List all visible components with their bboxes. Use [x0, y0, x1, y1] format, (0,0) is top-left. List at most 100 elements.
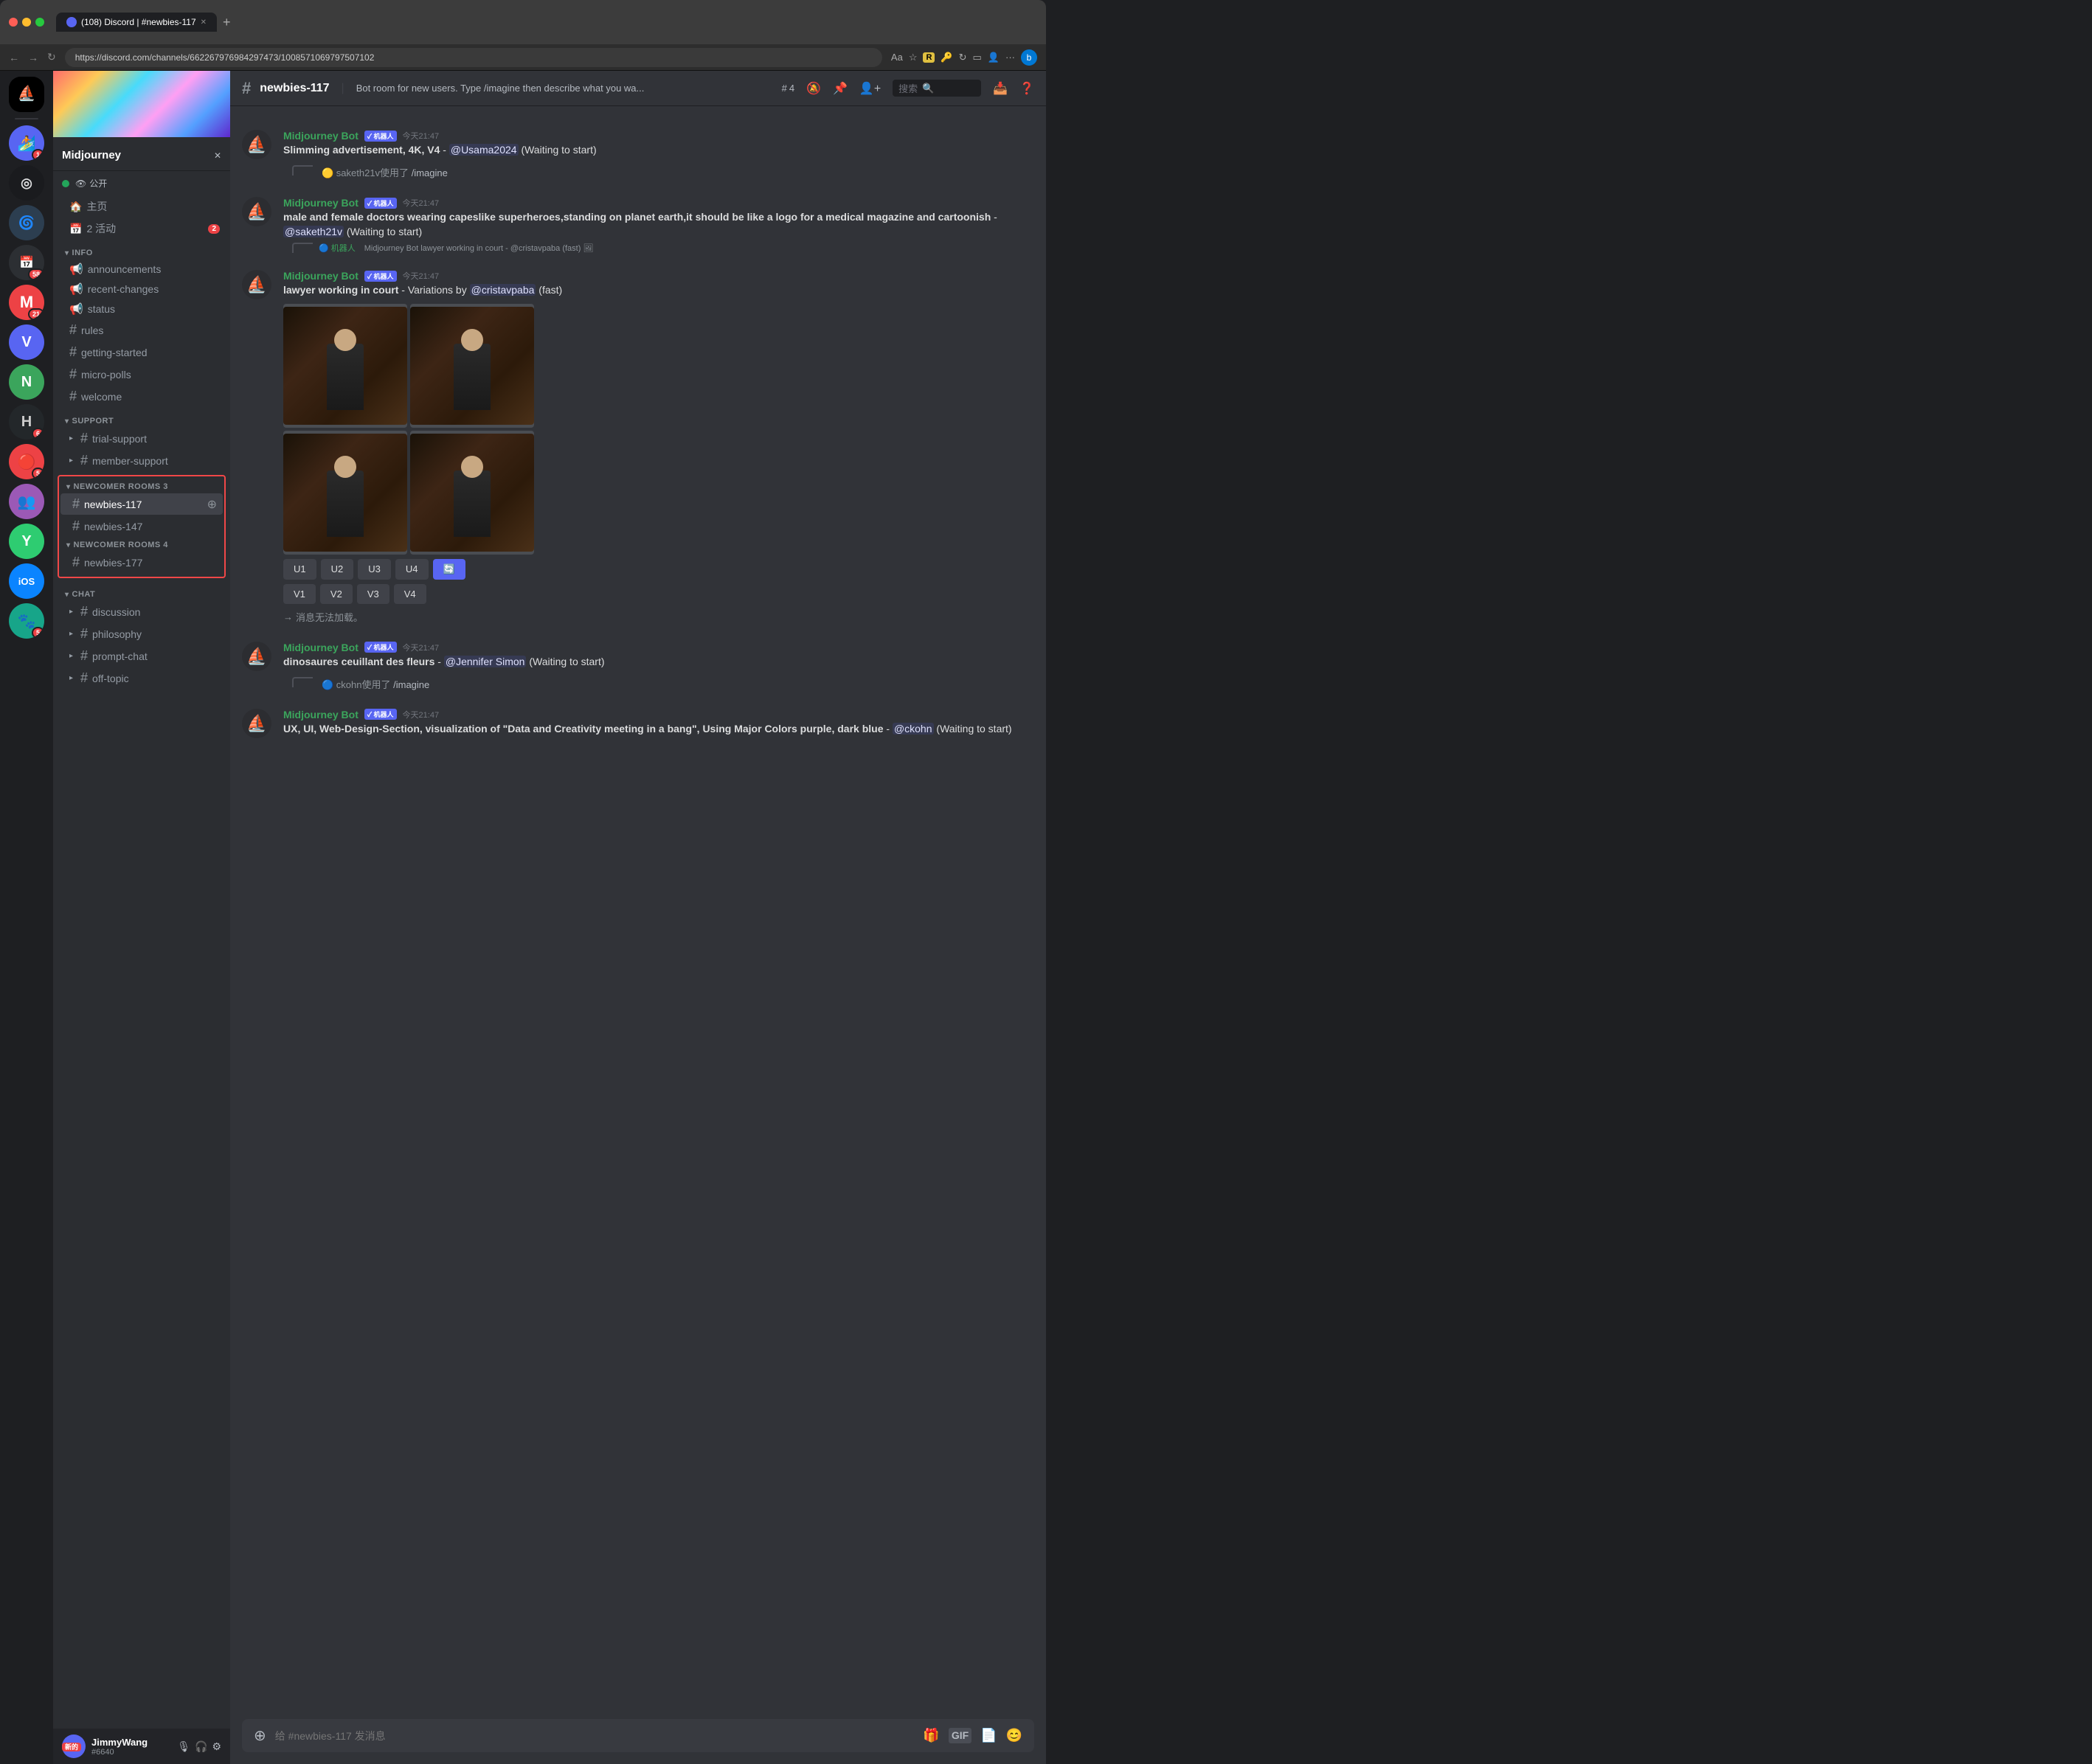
- tab-title: (108) Discord | #newbies-117: [81, 17, 196, 27]
- tab-close-button[interactable]: ✕: [201, 18, 207, 27]
- channel-member-support[interactable]: ▸ # member-support: [58, 450, 226, 471]
- action-buttons-v: V1 V2 V3 V4: [283, 584, 1034, 604]
- channel-newbies-177[interactable]: # newbies-177: [60, 552, 223, 573]
- refresh-button-img[interactable]: 🔄: [433, 559, 465, 580]
- v1-button[interactable]: V1: [283, 584, 316, 604]
- translate-icon[interactable]: Aa: [891, 52, 903, 63]
- u3-button[interactable]: U3: [358, 559, 391, 580]
- add-member-icon[interactable]: ⊕: [207, 497, 217, 512]
- server-icon-3[interactable]: 🌀: [9, 205, 44, 240]
- help-icon[interactable]: ❓: [1019, 81, 1034, 96]
- section-support-header[interactable]: ▾ SUPPORT: [53, 414, 230, 427]
- server-icon-midjourney[interactable]: [9, 77, 44, 112]
- active-tab[interactable]: (108) Discord | #newbies-117 ✕: [56, 13, 217, 32]
- system-text-1: 🟡 saketh21v使用了 /imagine: [322, 165, 448, 179]
- section-info-header[interactable]: ▾ INFO: [53, 246, 230, 259]
- message-time-3: 今天21:47: [403, 270, 440, 282]
- input-actions: 🎁 GIF 📄 😊: [923, 1728, 1022, 1743]
- channel-trial-support[interactable]: ▸ # trial-support: [58, 428, 226, 449]
- settings-icon[interactable]: ⚙: [212, 1740, 221, 1753]
- section-newcomer4-header[interactable]: ▾ NEWCOMER ROOMS 4: [59, 538, 224, 551]
- channel-discussion[interactable]: ▸ # discussion: [58, 601, 226, 622]
- chat-input[interactable]: [275, 1730, 915, 1742]
- reply-line: [292, 243, 313, 253]
- image-cell-3: [283, 431, 407, 555]
- author-bot-5: Midjourney Bot: [283, 709, 359, 720]
- message-group-5: ⛵ Midjourney Bot ✓ 机器人 今天21:47 UX, UI, W…: [242, 709, 1034, 738]
- v3-button[interactable]: V3: [357, 584, 389, 604]
- search-box[interactable]: 搜索 🔍: [893, 80, 981, 97]
- nav-events[interactable]: 📅 2 活动 2: [58, 218, 226, 239]
- author-bot-2: Midjourney Bot: [283, 197, 359, 209]
- server-icon-7[interactable]: N: [9, 364, 44, 400]
- message-content-1: Midjourney Bot ✓ 机器人 今天21:47 Slimming ad…: [283, 130, 1034, 159]
- avatar-bot-4: ⛵: [242, 642, 271, 671]
- address-bar: ← → ↻ Aa ☆ R 🔑 ↻ ▭ 👤 ··· b: [0, 44, 1046, 71]
- channel-off-topic[interactable]: ▸ # off-topic: [58, 667, 226, 689]
- deafen-icon[interactable]: 🎧: [195, 1740, 207, 1753]
- split-view-icon[interactable]: ▭: [973, 52, 982, 63]
- channel-status[interactable]: 📢 status: [58, 299, 226, 319]
- server-icon-5[interactable]: M 21: [9, 285, 44, 320]
- server-icon-11[interactable]: Y: [9, 524, 44, 559]
- attachment-button[interactable]: ⊕: [254, 1726, 266, 1745]
- server-icon-10[interactable]: 👥: [9, 484, 44, 519]
- forward-button[interactable]: →: [28, 52, 38, 63]
- profile-icon[interactable]: 👤: [988, 52, 1000, 63]
- star-icon[interactable]: ☆: [909, 52, 918, 63]
- server-icon-8[interactable]: H 6: [9, 404, 44, 440]
- back-button[interactable]: ←: [9, 52, 19, 63]
- pin-icon[interactable]: 📌: [833, 81, 848, 96]
- channel-recent-changes[interactable]: 📢 recent-changes: [58, 279, 226, 299]
- section-newcomer3-header[interactable]: ▾ NEWCOMER ROOMS 3: [59, 479, 224, 493]
- emoji-icon[interactable]: 😊: [1006, 1728, 1022, 1743]
- more-icon[interactable]: ···: [1005, 52, 1015, 63]
- inbox-icon[interactable]: 📥: [993, 81, 1008, 96]
- server-icon-2[interactable]: ◎: [9, 165, 44, 201]
- section-chat-header[interactable]: ▾ CHAT: [53, 587, 230, 600]
- server-icon-1[interactable]: 🏄 1: [9, 125, 44, 161]
- v2-button[interactable]: V2: [320, 584, 353, 604]
- mute-icon[interactable]: 🎙: [177, 1740, 190, 1753]
- notification-bell-icon[interactable]: 🔕: [806, 81, 821, 96]
- url-input[interactable]: [65, 48, 882, 67]
- refresh-button[interactable]: ↻: [47, 51, 56, 63]
- channel-rules[interactable]: # rules: [58, 319, 226, 341]
- channel-announcements[interactable]: 📢 announcements: [58, 260, 226, 279]
- server-icon-4[interactable]: 📅 58: [9, 245, 44, 280]
- server-icon-12[interactable]: 🐾 5: [9, 603, 44, 639]
- server-header[interactable]: Midjourney ✕: [53, 137, 230, 171]
- message-time-5: 今天21:47: [403, 709, 440, 720]
- bitwarden-icon[interactable]: 🔑: [941, 52, 952, 63]
- server-icon-ios[interactable]: iOS: [9, 563, 44, 599]
- gift-icon[interactable]: 🎁: [923, 1728, 939, 1743]
- u4-button[interactable]: U4: [395, 559, 429, 580]
- channel-newbies-147[interactable]: # newbies-147: [60, 515, 223, 537]
- server-icon-9[interactable]: 🔴 5: [9, 444, 44, 479]
- close-button[interactable]: [9, 18, 18, 27]
- channel-newbies-117[interactable]: # newbies-117 ⊕: [60, 493, 223, 515]
- new-tab-button[interactable]: +: [223, 15, 231, 30]
- bing-icon[interactable]: b: [1021, 49, 1037, 66]
- collapse-icon-prompt: ▸: [69, 652, 73, 660]
- channel-prompt-chat[interactable]: ▸ # prompt-chat: [58, 645, 226, 667]
- extension-r-icon[interactable]: R: [923, 52, 935, 63]
- fullscreen-button[interactable]: [35, 18, 44, 27]
- v4-button[interactable]: V4: [394, 584, 426, 604]
- collapse-icon-philosophy: ▸: [69, 630, 73, 638]
- nav-home[interactable]: 🏠 主页: [58, 196, 226, 217]
- channel-welcome[interactable]: # welcome: [58, 386, 226, 407]
- u1-button[interactable]: U1: [283, 559, 316, 580]
- refresh2-icon[interactable]: ↻: [959, 52, 967, 63]
- channel-micro-polls[interactable]: # micro-polls: [58, 364, 226, 385]
- channel-getting-started[interactable]: # getting-started: [58, 341, 226, 363]
- minimize-button[interactable]: [22, 18, 31, 27]
- u2-button[interactable]: U2: [321, 559, 354, 580]
- channel-philosophy[interactable]: ▸ # philosophy: [58, 623, 226, 645]
- browser-toolbar: Aa ☆ R 🔑 ↻ ▭ 👤 ··· b: [891, 49, 1037, 66]
- server-icon-6[interactable]: V: [9, 324, 44, 360]
- add-member-header-icon[interactable]: 👤+: [859, 81, 881, 96]
- gif-icon[interactable]: GIF: [949, 1728, 971, 1743]
- sticker-icon[interactable]: 📄: [980, 1728, 997, 1743]
- section-arrow-icon: ▾: [65, 249, 69, 257]
